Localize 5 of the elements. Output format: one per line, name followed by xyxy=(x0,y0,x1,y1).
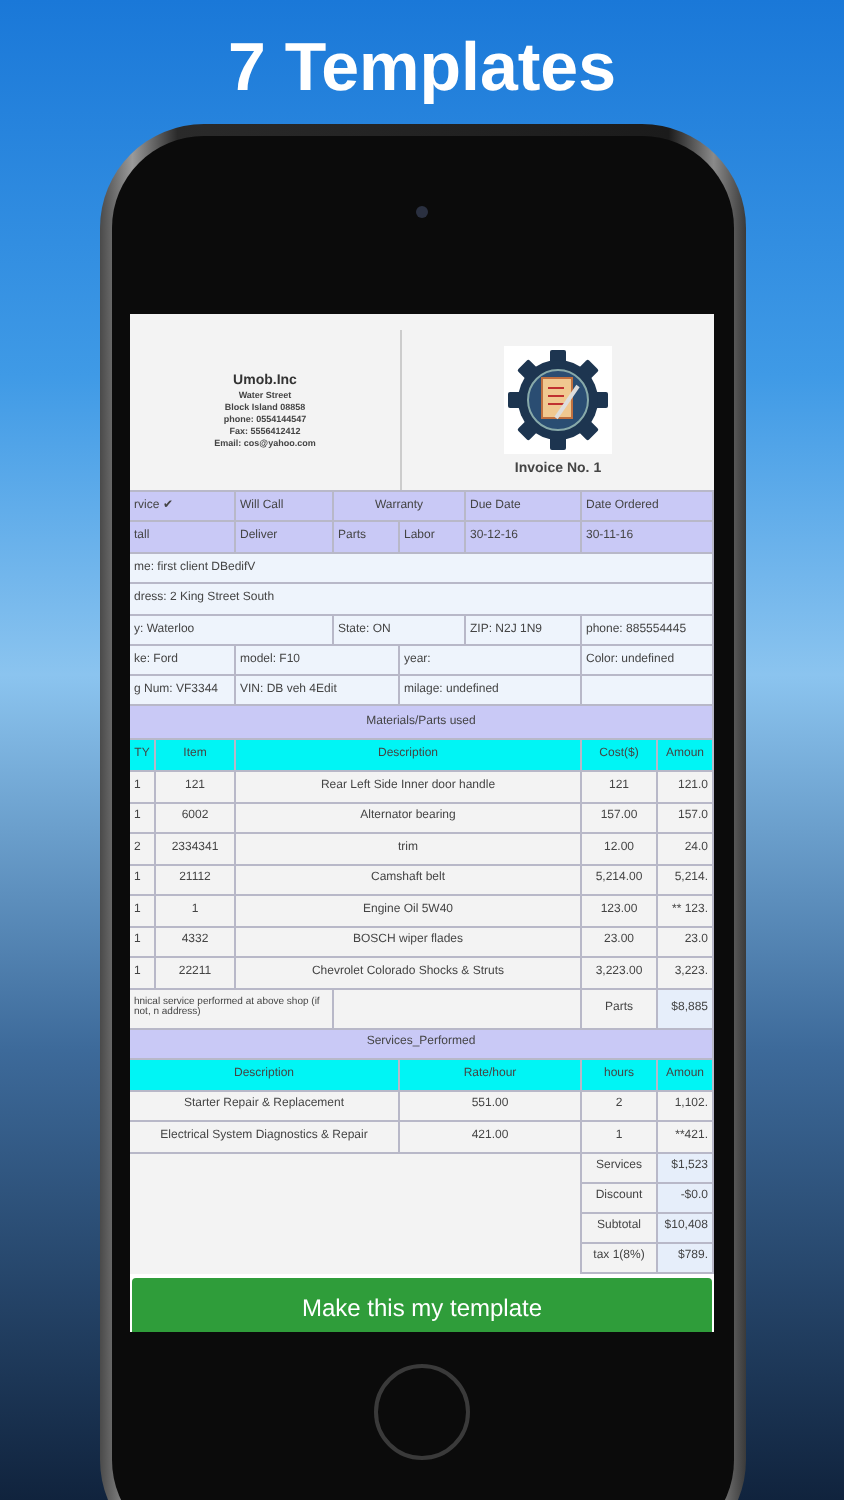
headline: 7 Templates xyxy=(227,28,616,108)
make-template-button[interactable]: Make this my template xyxy=(132,1277,712,1332)
camera-icon xyxy=(416,206,428,218)
gear-clipboard-logo-icon xyxy=(504,345,612,453)
home-button[interactable] xyxy=(374,1364,470,1460)
